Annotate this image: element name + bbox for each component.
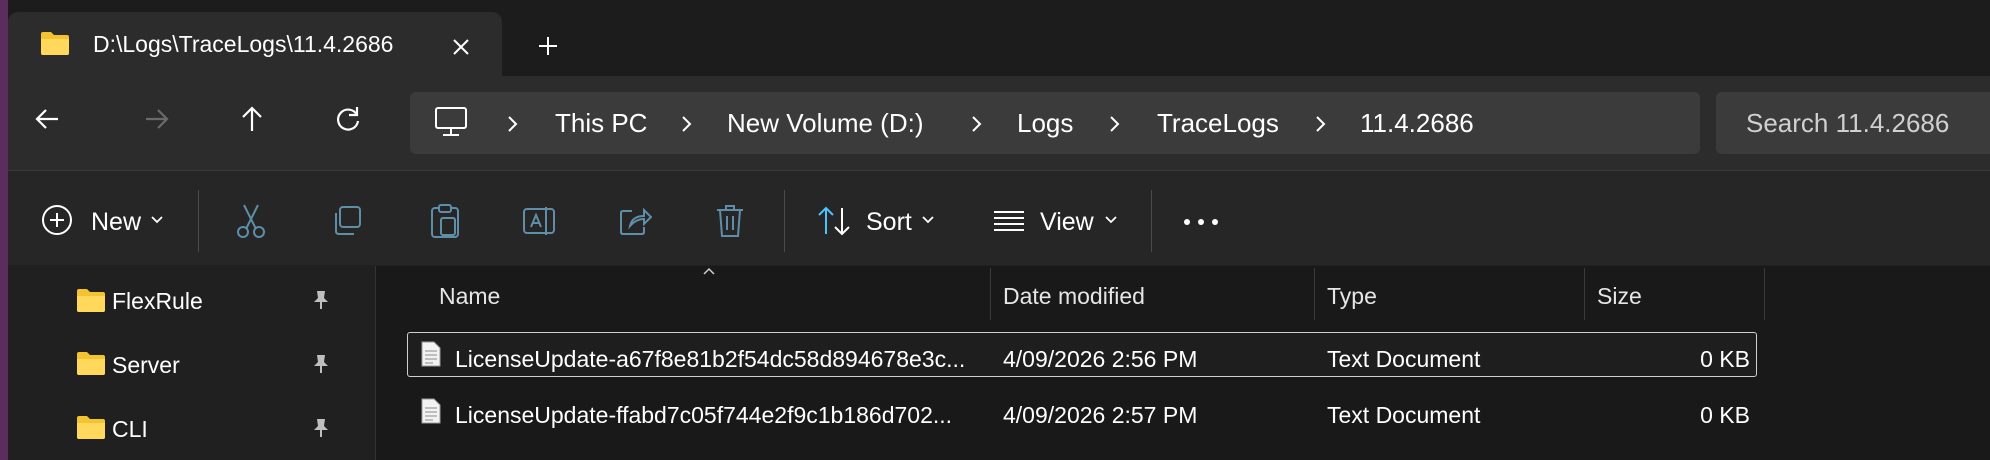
file-date: 4/09/2026 2:56 PM	[1003, 346, 1198, 372]
breadcrumb-chevron-icon[interactable]	[676, 111, 696, 137]
file-date: 4/09/2026 2:57 PM	[1003, 402, 1198, 428]
nav-item-flexrule[interactable]: FlexRule	[112, 288, 203, 315]
chevron-down-icon[interactable]	[921, 214, 935, 226]
delete-trash-icon[interactable]	[714, 203, 746, 239]
column-divider[interactable]	[1314, 268, 1315, 320]
divider	[1151, 190, 1152, 252]
new-tab-plus-icon[interactable]	[532, 30, 564, 62]
close-icon[interactable]	[446, 32, 476, 62]
chevron-down-icon[interactable]	[150, 214, 164, 226]
view-lines-icon[interactable]	[992, 209, 1026, 233]
file-type: Text Document	[1327, 402, 1481, 428]
breadcrumb-chevron-icon[interactable]	[966, 111, 986, 137]
file-size: 0 KB	[1700, 402, 1750, 428]
folder-icon	[76, 350, 106, 376]
pin-icon[interactable]	[308, 288, 332, 312]
breadcrumb-new-volume[interactable]: New Volume (D:)	[727, 108, 924, 139]
chevron-down-icon[interactable]	[1104, 214, 1118, 226]
more-options-ellipsis-icon[interactable]	[1182, 212, 1220, 232]
breadcrumb-chevron-icon[interactable]	[502, 111, 522, 137]
paste-clipboard-icon[interactable]	[428, 203, 462, 239]
forward-arrow-icon[interactable]	[134, 75, 178, 129]
window-edge	[0, 0, 8, 460]
pin-icon[interactable]	[308, 416, 332, 440]
rename-icon[interactable]	[522, 205, 558, 237]
folder-icon	[40, 30, 70, 56]
search-placeholder: Search 11.4.2686	[1746, 108, 1950, 138]
view-button[interactable]: View	[1040, 208, 1094, 237]
copy-icon[interactable]	[330, 205, 364, 237]
breadcrumb-logs[interactable]: Logs	[1017, 108, 1073, 139]
column-header-type[interactable]: Type	[1327, 283, 1377, 310]
divider	[198, 190, 199, 252]
new-plus-circle-icon[interactable]	[40, 203, 74, 237]
nav-item-server[interactable]: Server	[112, 352, 180, 379]
column-divider[interactable]	[1584, 268, 1585, 320]
breadcrumb-tracelogs[interactable]: TraceLogs	[1157, 108, 1279, 139]
new-button[interactable]: New	[91, 208, 141, 237]
this-pc-monitor-icon[interactable]	[434, 106, 468, 138]
breadcrumb-chevron-icon[interactable]	[1310, 111, 1330, 137]
folder-icon	[76, 287, 106, 313]
text-document-icon	[420, 397, 442, 425]
breadcrumb-current-folder[interactable]: 11.4.2686	[1360, 108, 1474, 139]
column-header-size[interactable]: Size	[1597, 283, 1642, 310]
sort-button[interactable]: Sort	[866, 208, 912, 237]
share-icon[interactable]	[618, 205, 652, 237]
column-divider[interactable]	[1764, 268, 1765, 320]
file-type: Text Document	[1327, 346, 1481, 372]
file-size: 0 KB	[1700, 346, 1750, 372]
nav-item-cli[interactable]: CLI	[112, 416, 148, 443]
folder-icon	[76, 414, 106, 440]
breadcrumb-chevron-icon[interactable]	[1104, 111, 1124, 137]
refresh-icon[interactable]	[326, 75, 370, 131]
sort-ascending-caret-icon	[702, 266, 716, 276]
column-divider[interactable]	[990, 268, 991, 320]
column-header-date-modified[interactable]: Date modified	[1003, 283, 1145, 310]
text-document-icon	[420, 340, 442, 368]
file-name[interactable]: LicenseUpdate-a67f8e81b2f54dc58d894678e3…	[455, 346, 965, 373]
column-header-name[interactable]: Name	[439, 283, 500, 310]
divider	[784, 190, 785, 252]
up-arrow-icon[interactable]	[230, 75, 274, 131]
pin-icon[interactable]	[308, 352, 332, 376]
cut-scissors-icon[interactable]	[234, 203, 268, 239]
breadcrumb-this-pc[interactable]: This PC	[555, 108, 647, 139]
file-name[interactable]: LicenseUpdate-ffabd7c05f744e2f9c1b186d70…	[455, 402, 952, 429]
sort-arrows-icon[interactable]	[816, 205, 852, 237]
tab-title: D:\Logs\TraceLogs\11.4.2686	[93, 31, 394, 57]
back-arrow-icon[interactable]	[26, 75, 70, 129]
